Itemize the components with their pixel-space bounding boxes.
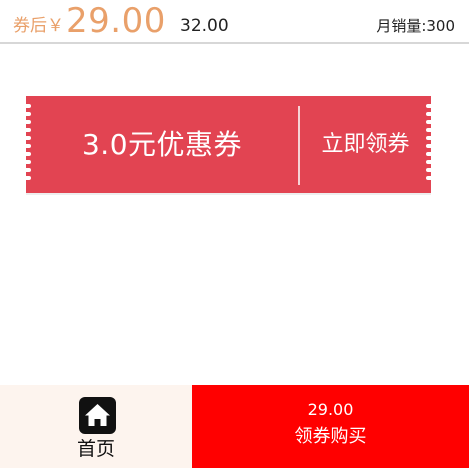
bottom-action-bar: 首页 29.00 领券购买 (0, 385, 469, 468)
original-price: 32.00 (180, 16, 229, 36)
buy-price: 29.00 (307, 400, 354, 419)
price-bar: 券后￥ 29.00 32.00 月销量:300 (0, 0, 469, 44)
product-coupon-page: 券后￥ 29.00 32.00 月销量:300 3.0元优惠券 立即领券 首页 … (0, 0, 469, 468)
claim-coupon-button[interactable]: 立即领券 (300, 96, 431, 193)
home-icon (79, 397, 116, 434)
coupon-amount: 3.0元优惠券 (81, 128, 243, 161)
coupon-shadow-line (26, 193, 431, 195)
coupon-price: 29.00 (66, 1, 166, 41)
after-coupon-label: 券后￥ (13, 16, 64, 36)
monthly-sales: 月销量:300 (376, 17, 455, 35)
claim-and-buy-button[interactable]: 29.00 领券购买 (192, 385, 469, 468)
coupon-ticket[interactable]: 3.0元优惠券 立即领券 (25, 96, 432, 193)
buy-label: 领券购买 (294, 426, 367, 447)
home-button[interactable]: 首页 (0, 385, 192, 468)
coupon-notches-right (426, 104, 432, 186)
home-label: 首页 (76, 438, 115, 460)
